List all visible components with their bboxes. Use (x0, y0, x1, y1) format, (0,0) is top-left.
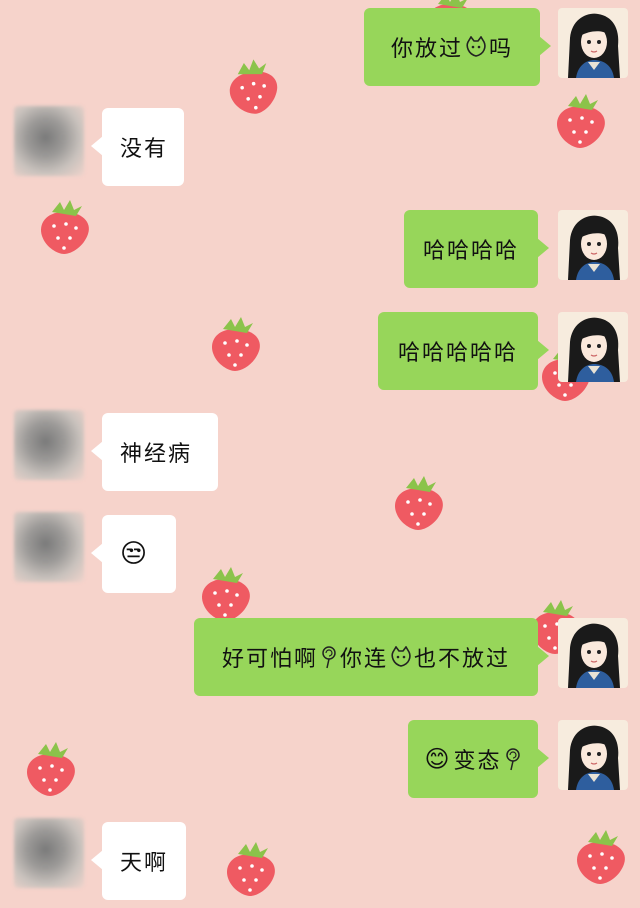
lollipop-icon (505, 748, 520, 771)
message-text: 神经病 (120, 442, 193, 467)
strawberry-icon (40, 200, 89, 254)
strawberry-icon (201, 567, 250, 621)
message-text: 哈哈哈哈 (422, 239, 519, 264)
message-text: 好可怕啊 (221, 647, 318, 672)
avatar[interactable] (558, 8, 628, 78)
strawberry-icon (576, 830, 625, 884)
avatar[interactable] (558, 312, 628, 382)
message-text: 吗 (489, 37, 514, 62)
emoji: 😊 (424, 745, 452, 773)
message-bubble-4[interactable]: 哈哈哈哈哈 (378, 312, 549, 390)
message-bubble-9[interactable]: 天啊 (91, 822, 186, 900)
message-text: 变态 (453, 749, 502, 774)
avatar[interactable] (14, 106, 84, 176)
message-bubble-7[interactable]: 好可怕啊 你连 也不放过 (194, 618, 549, 696)
message-text: 哈哈哈哈哈 (397, 341, 518, 366)
avatar[interactable] (558, 210, 628, 280)
message-text: 天啊 (120, 851, 169, 876)
cat-face-icon (466, 36, 486, 57)
strawberry-icon (556, 94, 605, 148)
message-bubble-3[interactable]: 哈哈哈哈 (404, 210, 549, 288)
avatar[interactable] (14, 512, 84, 582)
message-bubble-6[interactable]: 😒 (91, 515, 176, 593)
strawberry-icon (224, 56, 282, 118)
strawberry-icon (26, 742, 75, 796)
avatar[interactable] (14, 818, 84, 888)
message-bubble-8[interactable]: 😊 变态 (408, 720, 549, 798)
avatar[interactable] (558, 618, 628, 688)
message-text: 没有 (120, 137, 169, 162)
emoji: 😒 (120, 539, 150, 569)
message-text: 你连 (339, 647, 388, 672)
strawberry-icon (394, 476, 443, 530)
lollipop-icon (322, 646, 336, 669)
message-text: 也不放过 (414, 647, 511, 672)
message-bubble-2[interactable]: 没有 (91, 108, 184, 186)
strawberry-icon (226, 842, 275, 896)
cat-face-icon (391, 646, 411, 667)
message-bubble-5[interactable]: 神经病 (91, 413, 218, 491)
strawberry-icon (211, 317, 260, 371)
message-text: 你放过 (390, 37, 463, 62)
message-bubble-1[interactable]: 你放过 吗 (364, 8, 551, 86)
avatar[interactable] (14, 410, 84, 480)
avatar[interactable] (558, 720, 628, 790)
